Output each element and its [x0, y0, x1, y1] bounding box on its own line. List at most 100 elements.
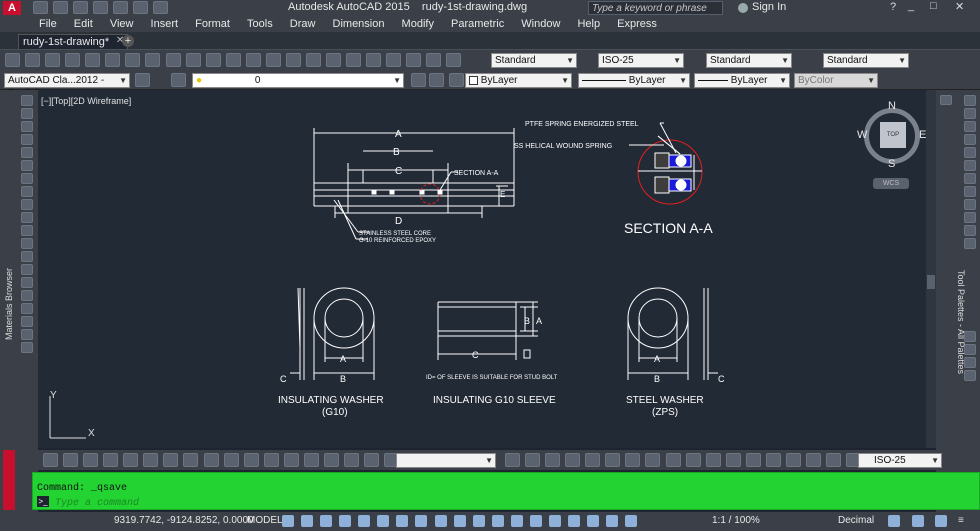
annotation-scale[interactable]: 1:1 / 100%: [712, 515, 760, 526]
open-icon[interactable]: [25, 53, 41, 67]
publish-icon[interactable]: [105, 53, 121, 67]
arc-length-icon[interactable]: [545, 453, 561, 467]
undo-icon[interactable]: [133, 1, 149, 14]
coordinates-readout[interactable]: 9319.7742, -9124.8252, 0.0000: [114, 515, 254, 526]
view-select[interactable]: ▼: [396, 453, 496, 468]
quick-properties-icon[interactable]: [888, 515, 900, 527]
text-style-select[interactable]: Standard ▼: [491, 53, 577, 68]
pan-icon[interactable]: [245, 53, 261, 67]
rectangle-icon[interactable]: [21, 147, 33, 158]
aligned-dim-icon[interactable]: [525, 453, 541, 467]
break-dim-icon[interactable]: [745, 453, 761, 467]
copy-icon[interactable]: [145, 53, 161, 67]
search-input[interactable]: Type a keyword or phrase: [588, 1, 723, 15]
angular-icon[interactable]: [645, 453, 661, 467]
zoom-previous-icon[interactable]: [305, 53, 321, 67]
viewcube-n[interactable]: N: [888, 100, 896, 112]
add-selected-icon[interactable]: [21, 342, 33, 353]
insert-block-icon[interactable]: [21, 238, 33, 249]
move-icon[interactable]: [964, 160, 976, 171]
selection-cycling-icon[interactable]: [491, 515, 504, 527]
new-tab-button[interactable]: +: [122, 35, 134, 47]
center-mark-icon[interactable]: [785, 453, 801, 467]
workspace-settings-icon[interactable]: [135, 73, 150, 87]
dimstyle-select[interactable]: ISO-25 ▼: [858, 453, 942, 468]
blend-icon[interactable]: [964, 357, 976, 368]
new-icon[interactable]: [33, 1, 48, 14]
menu-modify[interactable]: Modify: [395, 16, 441, 32]
minimize-icon[interactable]: _: [908, 0, 914, 12]
zoom-realtime-icon[interactable]: [265, 53, 281, 67]
array-icon[interactable]: [964, 147, 976, 158]
baseline-icon[interactable]: [685, 453, 701, 467]
tolerance-icon[interactable]: [765, 453, 781, 467]
iso-nw-icon[interactable]: [364, 453, 379, 467]
ortho-icon[interactable]: [358, 515, 371, 527]
selection-filter-icon[interactable]: [548, 515, 561, 527]
iso-sw-icon[interactable]: [303, 453, 319, 467]
save-icon[interactable]: [45, 53, 61, 67]
view-back-icon[interactable]: [283, 453, 299, 467]
radius-icon[interactable]: [585, 453, 601, 467]
match-properties-icon[interactable]: [185, 53, 201, 67]
snap-icon[interactable]: [301, 515, 314, 527]
dynamic-input-icon[interactable]: [339, 515, 352, 527]
view-front-icon[interactable]: [263, 453, 279, 467]
view-right-icon[interactable]: [243, 453, 259, 467]
menu-view[interactable]: View: [103, 16, 141, 32]
menu-express[interactable]: Express: [610, 16, 664, 32]
viewcube[interactable]: TOP N S W E: [857, 100, 928, 172]
shade-icon[interactable]: [103, 453, 119, 467]
linetype-select[interactable]: ByLayer ▼: [578, 73, 690, 88]
design-center-icon[interactable]: [346, 53, 362, 67]
print-icon[interactable]: [113, 1, 129, 14]
clean-screen-icon[interactable]: [935, 515, 947, 527]
help-icon[interactable]: ?: [890, 1, 896, 13]
color-control-icon[interactable]: [449, 73, 464, 87]
preview-icon[interactable]: [85, 53, 101, 67]
customization-icon[interactable]: ≡: [958, 515, 972, 527]
layer-previous-icon[interactable]: [429, 73, 444, 87]
autocad-logo-icon[interactable]: A: [3, 1, 21, 15]
table-icon[interactable]: [21, 316, 33, 327]
sheet-set-icon[interactable]: [386, 53, 402, 67]
redo-icon[interactable]: [225, 53, 241, 67]
make-current-layer-icon[interactable]: [411, 73, 426, 87]
zoom-window-icon[interactable]: [285, 53, 301, 67]
fillet-icon[interactable]: [964, 344, 976, 355]
viewcube-e[interactable]: E: [919, 129, 926, 141]
erase-icon[interactable]: [964, 95, 976, 106]
linear-dim-icon[interactable]: [505, 453, 520, 467]
grid-icon[interactable]: [282, 515, 294, 527]
gizmo-icon[interactable]: [567, 515, 580, 527]
circle-icon[interactable]: [21, 173, 33, 184]
menu-help[interactable]: Help: [570, 16, 607, 32]
menu-format[interactable]: Format: [188, 16, 237, 32]
dim-style-select[interactable]: ISO-25 ▼: [598, 53, 684, 68]
rotate-icon[interactable]: [964, 173, 976, 184]
mirror-icon[interactable]: [964, 121, 976, 132]
3d-osnap-icon[interactable]: [510, 515, 523, 527]
view-bottom-icon[interactable]: [203, 453, 219, 467]
markup-icon[interactable]: [406, 53, 422, 67]
arc-icon[interactable]: [21, 160, 33, 171]
gradient-icon[interactable]: [21, 290, 33, 301]
iso-ne-icon[interactable]: [343, 453, 359, 467]
plot-icon[interactable]: [65, 53, 81, 67]
undo-icon[interactable]: [205, 53, 221, 67]
explode-icon[interactable]: [964, 370, 976, 381]
close-icon[interactable]: ✕: [955, 0, 964, 13]
annotation-scale-icon[interactable]: [625, 515, 638, 527]
redo-icon[interactable]: [153, 1, 169, 14]
quick-dim-icon[interactable]: [665, 453, 681, 467]
polyline-icon[interactable]: [21, 121, 33, 132]
color-select[interactable]: ByLayer ▼: [465, 73, 572, 88]
help-icon[interactable]: [446, 53, 462, 67]
view-top-icon[interactable]: [183, 453, 199, 467]
lineweight-icon[interactable]: [453, 515, 466, 527]
spline-icon[interactable]: [21, 199, 33, 210]
properties-icon[interactable]: [326, 53, 341, 67]
plotstyle-select[interactable]: ByColor ▼: [794, 73, 878, 88]
object-snap-icon[interactable]: [434, 515, 447, 527]
drawing-canvas[interactable]: [−][Top][2D Wireframe] A B C D E SECTION…: [38, 90, 936, 448]
